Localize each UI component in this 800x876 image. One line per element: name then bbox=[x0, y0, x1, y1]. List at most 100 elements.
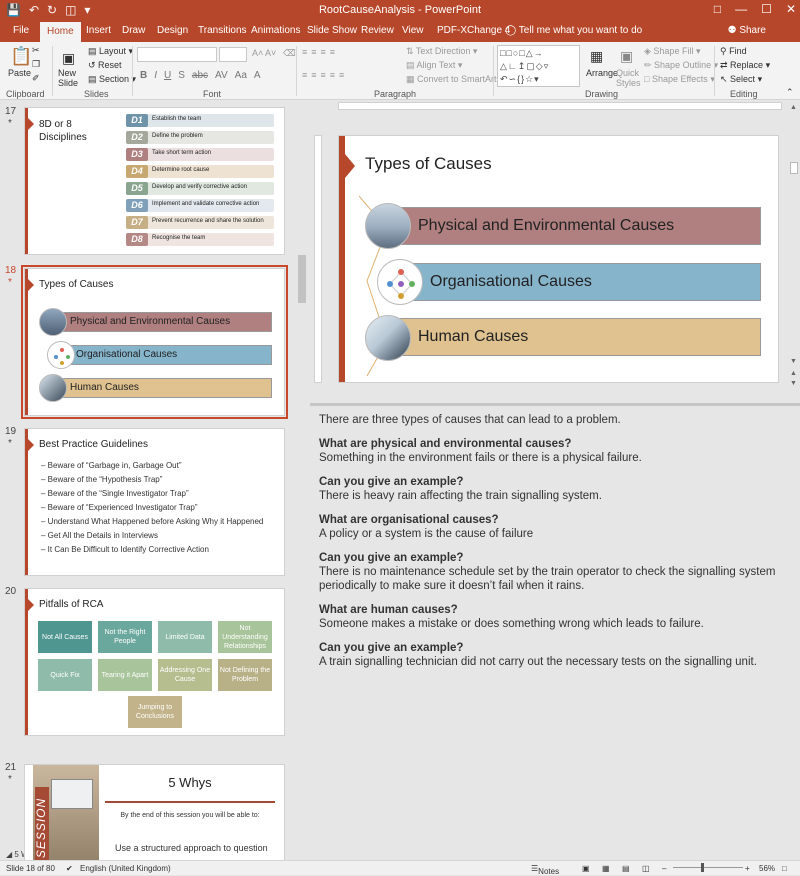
select-button[interactable]: ↖ Select ▾ bbox=[720, 74, 762, 85]
arrange-button[interactable]: Arrange bbox=[586, 68, 618, 78]
scroll-up-icon[interactable]: ▲ bbox=[790, 104, 797, 111]
next-slide-icon[interactable]: ▼ bbox=[790, 380, 797, 387]
replace-button[interactable]: ⇄ Replace ▾ bbox=[720, 60, 770, 71]
tab-draw[interactable]: Draw bbox=[122, 25, 145, 36]
align-buttons-icon[interactable]: ≡≡≡≡≡ bbox=[302, 70, 348, 80]
zoom-out-icon[interactable]: – bbox=[662, 864, 666, 873]
convert-smartart-button[interactable]: ▦ Convert to SmartArt ▾ bbox=[406, 74, 504, 85]
share-button[interactable]: ⚉ Share bbox=[728, 25, 766, 36]
editor-scroll-thumb[interactable] bbox=[790, 162, 798, 174]
quick-styles-button[interactable]: Quick Styles bbox=[616, 68, 642, 88]
underline-button[interactable]: U bbox=[164, 70, 171, 81]
close-icon[interactable]: ✕ bbox=[786, 2, 796, 16]
restore-icon[interactable]: □ bbox=[714, 2, 721, 16]
new-slide-button[interactable]: New Slide bbox=[58, 68, 88, 88]
cause-bar-physical[interactable]: Physical and Environmental Causes bbox=[393, 207, 761, 245]
slide-thumbnail-pane[interactable]: 17 * 8D or 8 Disciplines D1 Establish the… bbox=[0, 100, 307, 860]
shape-outline-button[interactable]: ✏ Shape Outline ▾ bbox=[644, 60, 718, 71]
previous-slide-icon[interactable]: ▲ bbox=[790, 370, 797, 377]
thumbnail-slide-21[interactable]: SESSION 5 Whys By the end of this sessio… bbox=[24, 764, 285, 860]
tell-me-box[interactable]: ◯ Tell me what you want to do bbox=[505, 25, 642, 36]
tab-animations[interactable]: Animations bbox=[251, 25, 300, 36]
shape-fill-button[interactable]: ◈ Shape Fill ▾ bbox=[644, 46, 700, 57]
slideshow-view-icon[interactable]: ◫ bbox=[642, 864, 650, 873]
spellcheck-icon[interactable]: ✔ bbox=[66, 864, 73, 873]
tab-insert[interactable]: Insert bbox=[86, 25, 111, 36]
divider bbox=[493, 46, 494, 96]
notes-answer: A policy or a system is the cause of fai… bbox=[319, 528, 534, 540]
thumbnail-slide-17[interactable]: 8D or 8 Disciplines D1 Establish the team… bbox=[24, 107, 285, 255]
zoom-slider-handle[interactable] bbox=[701, 863, 704, 872]
new-slide-icon[interactable]: ▣ bbox=[62, 50, 75, 67]
tab-slide-show[interactable]: Slide Show bbox=[307, 25, 357, 36]
format-painter-icon[interactable]: ✐ bbox=[32, 73, 40, 84]
align-text-button[interactable]: ▤ Align Text ▾ bbox=[406, 60, 462, 71]
tab-view[interactable]: View bbox=[402, 25, 424, 36]
shapes-gallery[interactable]: □□○□△→ △∟↥▢◇▿ ↶∽{}☆▾ bbox=[497, 45, 580, 87]
tab-home[interactable]: Home bbox=[40, 22, 81, 42]
maximize-icon[interactable]: ☐ bbox=[761, 2, 772, 16]
tab-file[interactable]: File bbox=[13, 25, 29, 36]
text-direction-button[interactable]: ⇅ Text Direction ▾ bbox=[406, 46, 477, 57]
paste-button[interactable]: Paste bbox=[8, 68, 31, 78]
font-color-button[interactable]: A bbox=[254, 70, 261, 81]
thumbnail-slide-18[interactable]: Types of Causes Physical and Environment… bbox=[21, 265, 288, 419]
find-button[interactable]: ⚲ Find bbox=[720, 46, 747, 57]
arrange-icon[interactable]: ▦ bbox=[590, 48, 603, 65]
shape-outline-label: Shape Outline bbox=[654, 60, 712, 70]
shape-effects-button[interactable]: □ Shape Effects ▾ bbox=[644, 74, 715, 85]
bold-button[interactable]: B bbox=[140, 70, 147, 81]
collapse-ribbon-icon[interactable]: ⌃ bbox=[786, 87, 794, 98]
cut-icon[interactable]: ✂ bbox=[32, 45, 40, 56]
zoom-slider[interactable] bbox=[673, 867, 743, 868]
thumbnail-scrollbar[interactable] bbox=[296, 100, 307, 860]
notes-toggle[interactable]: ☰ Notes bbox=[531, 864, 559, 876]
cause-bar-organisational[interactable]: Organisational Causes bbox=[409, 263, 761, 301]
grow-font-icon[interactable]: A˄ bbox=[252, 48, 263, 58]
editor-scrollbar[interactable]: ▲ ▼ ▲ ▼ bbox=[788, 100, 800, 400]
thumbnail-title: 5 Whys bbox=[168, 775, 212, 790]
reset-button[interactable]: ↺ Reset bbox=[88, 60, 122, 71]
section-button[interactable]: ▤ Section ▾ bbox=[88, 74, 136, 85]
font-size-box[interactable] bbox=[219, 47, 247, 62]
zoom-in-icon[interactable]: + bbox=[745, 864, 750, 873]
reading-view-icon[interactable]: ▤ bbox=[622, 864, 630, 873]
paste-icon[interactable]: 📋 bbox=[10, 46, 32, 67]
section-icon: ▤ bbox=[88, 74, 100, 84]
slide-sorter-icon[interactable]: ▦ bbox=[602, 864, 610, 873]
slide-number-21: 21 bbox=[5, 762, 17, 773]
main-slide-canvas[interactable]: Types of Causes Physical and Environment… bbox=[338, 135, 779, 383]
thumbnail-scroll-thumb[interactable] bbox=[298, 255, 306, 303]
tab-design[interactable]: Design bbox=[157, 25, 188, 36]
tab-pdf-xchange[interactable]: PDF-XChange 4 bbox=[437, 25, 510, 36]
cause-bar-human[interactable]: Human Causes bbox=[393, 318, 761, 356]
font-name-box[interactable] bbox=[137, 47, 217, 62]
discipline-text: Determine root cause bbox=[152, 167, 210, 173]
scroll-down-icon[interactable]: ▼ bbox=[790, 358, 797, 365]
copy-icon[interactable]: ❐ bbox=[32, 59, 40, 70]
language-status[interactable]: English (United Kingdom) bbox=[80, 864, 171, 873]
change-case-button[interactable]: Aa bbox=[235, 70, 247, 81]
char-spacing-button[interactable]: AV bbox=[215, 70, 228, 81]
tab-transitions[interactable]: Transitions bbox=[198, 25, 247, 36]
slide-title[interactable]: Types of Causes bbox=[365, 154, 492, 174]
speaker-notes-pane[interactable]: There are three types of causes that can… bbox=[310, 403, 800, 860]
quick-styles-icon[interactable]: ▣ bbox=[620, 48, 633, 65]
tab-review[interactable]: Review bbox=[361, 25, 394, 36]
minimize-icon[interactable]: — bbox=[735, 2, 747, 16]
shadow-button[interactable]: S bbox=[178, 70, 185, 81]
list-buttons-icon[interactable]: ≡≡≡≡ bbox=[302, 47, 339, 57]
clear-format-icon[interactable]: ⌫ bbox=[283, 48, 296, 59]
zoom-level[interactable]: 56% bbox=[759, 864, 775, 873]
network-people-icon bbox=[47, 341, 75, 369]
thumbnail-slide-19[interactable]: Best Practice Guidelines – Beware of “Ga… bbox=[24, 428, 285, 576]
strikethrough-button[interactable]: abc bbox=[192, 70, 208, 81]
normal-view-icon[interactable]: ▣ bbox=[582, 864, 590, 873]
shrink-font-icon[interactable]: A˅ bbox=[265, 48, 276, 58]
italic-button[interactable]: I bbox=[154, 70, 157, 81]
thumbnail-slide-20[interactable]: Pitfalls of RCA Not All Causes Not the R… bbox=[24, 588, 285, 736]
fit-to-window-icon[interactable]: □ bbox=[782, 864, 787, 873]
layout-button[interactable]: ▤ Layout ▾ bbox=[88, 46, 133, 57]
title-underline bbox=[105, 801, 275, 803]
discipline-badge: D4 bbox=[126, 165, 148, 178]
